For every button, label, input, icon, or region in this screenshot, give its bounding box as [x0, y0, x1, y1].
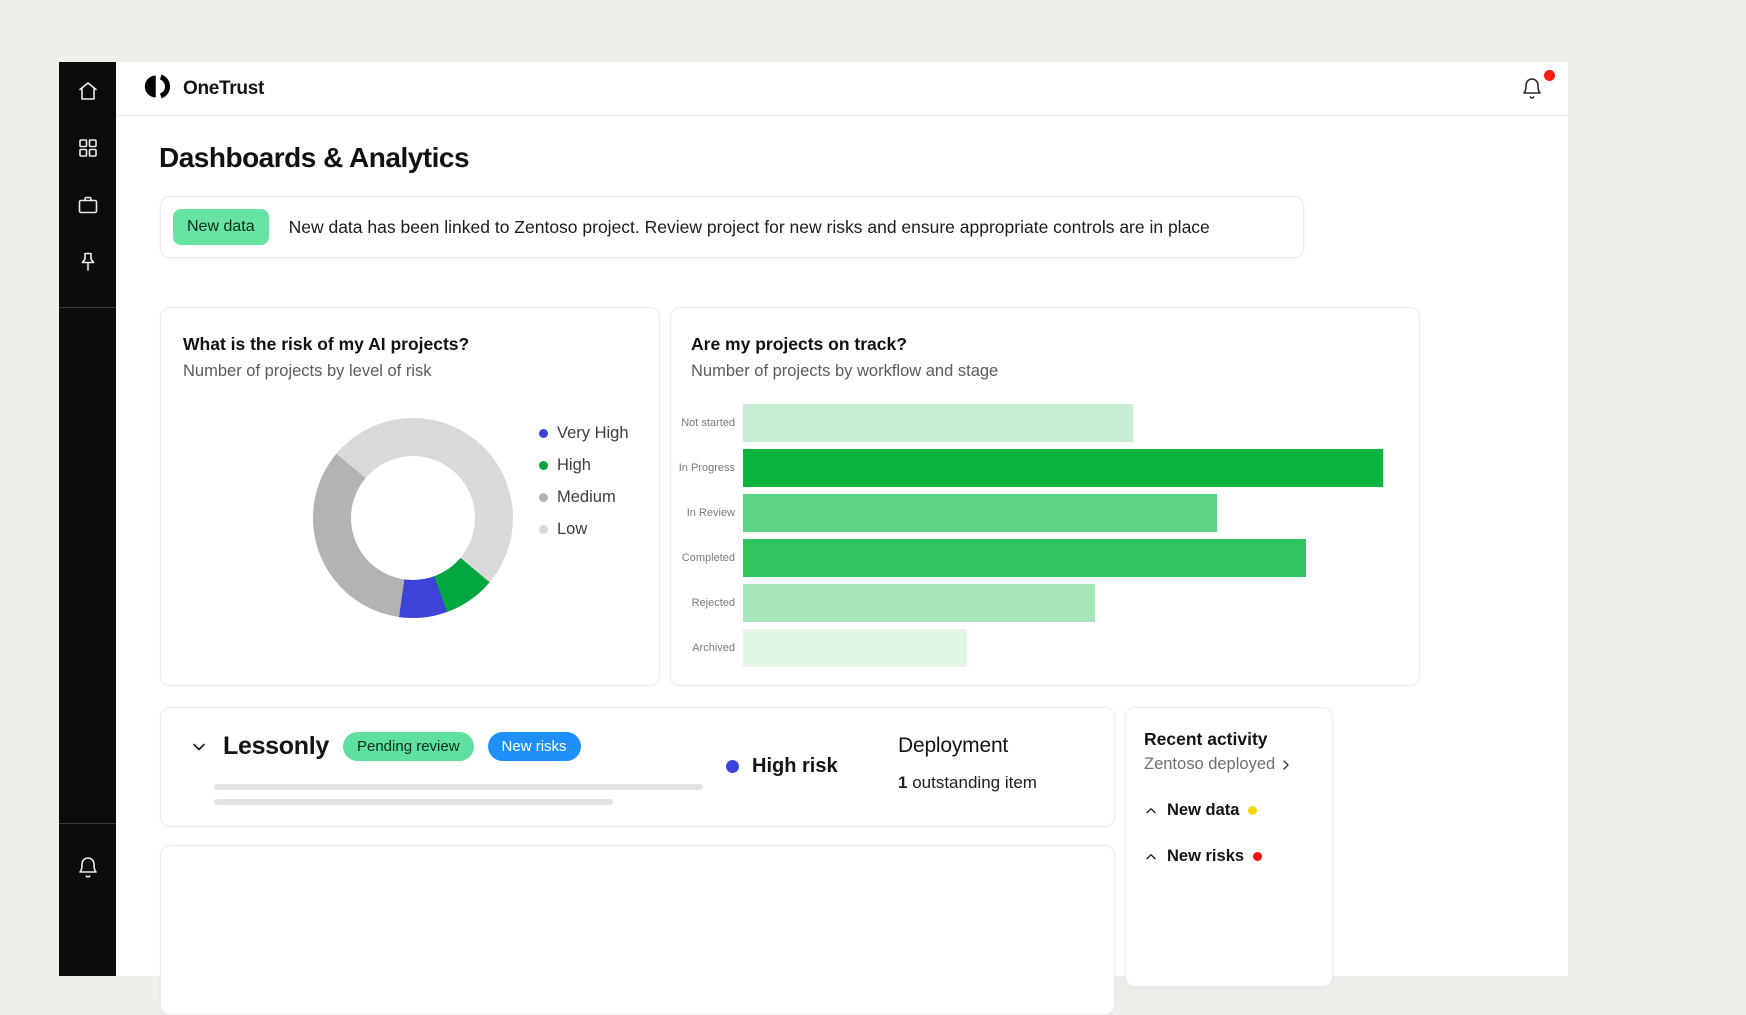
- bar-track: [743, 539, 1383, 577]
- bar-row: In Progress: [671, 449, 1419, 487]
- activity-item-label: New risks: [1167, 847, 1244, 866]
- bar-category-label: In Review: [671, 507, 743, 519]
- legend-item: High: [539, 456, 629, 475]
- bar-fill: [743, 539, 1306, 577]
- sidebar-bell-icon[interactable]: [76, 856, 100, 880]
- bar-row: In Review: [671, 494, 1419, 532]
- track-bar-chart: Not started In Progress In Review Completed…: [671, 404, 1419, 674]
- home-icon[interactable]: [76, 79, 100, 103]
- risk-card-subtitle: Number of projects by level of risk: [183, 362, 637, 381]
- bar-track: [743, 494, 1383, 532]
- bar-fill: [743, 449, 1383, 487]
- bar-row: Completed: [671, 539, 1419, 577]
- chevron-up-icon: [1144, 804, 1158, 818]
- bar-category-label: Archived: [671, 642, 743, 654]
- new-data-badge: New data: [173, 209, 269, 245]
- outstanding-count: 1: [898, 773, 907, 792]
- legend-label: Very High: [557, 424, 629, 443]
- activity-items: New data New risks: [1144, 801, 1314, 866]
- activity-item-label: New data: [1167, 801, 1239, 820]
- activity-item[interactable]: New risks: [1144, 847, 1314, 866]
- brand[interactable]: OneTrust: [143, 74, 264, 104]
- banner-message: New data has been linked to Zentoso proj…: [289, 217, 1210, 238]
- project-header: Lessonly Pending review New risks: [189, 732, 581, 761]
- charts-row: What is the risk of my AI projects? Numb…: [160, 307, 1420, 686]
- sidebar-divider: [59, 307, 116, 308]
- risk-level-label: High risk: [752, 755, 838, 778]
- page-title: Dashboards & Analytics: [159, 142, 469, 174]
- zentoso-deployed-label: Zentoso deployed: [1144, 755, 1275, 774]
- pending-review-badge: Pending review: [343, 732, 474, 761]
- legend-dot: [539, 429, 548, 438]
- top-bar: OneTrust: [116, 62, 1568, 116]
- notifications-bell-icon[interactable]: [1520, 77, 1544, 101]
- high-risk-dot: [726, 760, 739, 773]
- progress-bar-bottom: [214, 799, 613, 805]
- next-project-card[interactable]: [160, 845, 1115, 1015]
- risk-donut-chart: [313, 418, 513, 618]
- briefcase-icon[interactable]: [76, 193, 100, 217]
- new-risks-badge: New risks: [488, 732, 581, 761]
- bar-category-label: Completed: [671, 552, 743, 564]
- legend-dot: [539, 461, 548, 470]
- bar-track: [743, 584, 1383, 622]
- activity-status-dot: [1248, 806, 1257, 815]
- outstanding-items: 1 outstanding item: [898, 773, 1037, 793]
- onetrust-logo-icon: [143, 74, 174, 104]
- progress-bar-top: [214, 784, 703, 790]
- project-card: Lessonly Pending review New risks High r…: [160, 707, 1115, 827]
- apps-grid-icon[interactable]: [76, 136, 100, 160]
- bar-fill: [743, 584, 1095, 622]
- bar-fill: [743, 404, 1133, 442]
- sidebar: [59, 62, 116, 976]
- track-card-subtitle: Number of projects by workflow and stage: [691, 362, 1399, 381]
- bar-track: [743, 404, 1383, 442]
- project-name: Lessonly: [223, 732, 329, 761]
- bar-category-label: In Progress: [671, 462, 743, 474]
- outstanding-label: outstanding item: [912, 773, 1037, 792]
- activity-item[interactable]: New data: [1144, 801, 1314, 820]
- bar-track: [743, 629, 1383, 667]
- legend-dot: [539, 525, 548, 534]
- notification-indicator-dot: [1544, 70, 1555, 81]
- bar-fill: [743, 629, 967, 667]
- notification-banner: New data New data has been linked to Zen…: [160, 196, 1304, 258]
- project-stage: Deployment: [898, 734, 1008, 758]
- legend-dot: [539, 493, 548, 502]
- bar-row: Not started: [671, 404, 1419, 442]
- bar-fill: [743, 494, 1217, 532]
- recent-activity-title: Recent activity: [1144, 729, 1314, 750]
- legend-item: Medium: [539, 488, 629, 507]
- track-card-title: Are my projects on track?: [691, 334, 1399, 355]
- bar-row: Rejected: [671, 584, 1419, 622]
- risk-card: What is the risk of my AI projects? Numb…: [160, 307, 660, 686]
- pin-icon[interactable]: [76, 250, 100, 274]
- chevron-down-icon[interactable]: [189, 737, 209, 757]
- bar-track: [743, 449, 1383, 487]
- bar-category-label: Rejected: [671, 597, 743, 609]
- risk-level-indicator: High risk: [726, 755, 838, 778]
- sidebar-bottom-divider: [59, 823, 116, 824]
- chevron-right-icon: [1278, 757, 1294, 773]
- risk-card-title: What is the risk of my AI projects?: [183, 334, 637, 355]
- legend-label: Low: [557, 520, 587, 539]
- legend-label: Medium: [557, 488, 616, 507]
- risk-legend: Very High High Medium Low: [539, 424, 629, 552]
- legend-label: High: [557, 456, 591, 475]
- activity-status-dot: [1253, 852, 1262, 861]
- recent-activity-card: Recent activity Zentoso deployed New dat…: [1125, 707, 1333, 987]
- track-card: Are my projects on track? Number of proj…: [670, 307, 1420, 686]
- bar-category-label: Not started: [671, 417, 743, 429]
- bar-row: Archived: [671, 629, 1419, 667]
- legend-item: Very High: [539, 424, 629, 443]
- zentoso-deployed-link[interactable]: Zentoso deployed: [1144, 755, 1314, 774]
- brand-name: OneTrust: [183, 78, 264, 100]
- legend-item: Low: [539, 520, 629, 539]
- main-content: Dashboards & Analytics New data New data…: [116, 116, 1568, 976]
- chevron-up-icon: [1144, 850, 1158, 864]
